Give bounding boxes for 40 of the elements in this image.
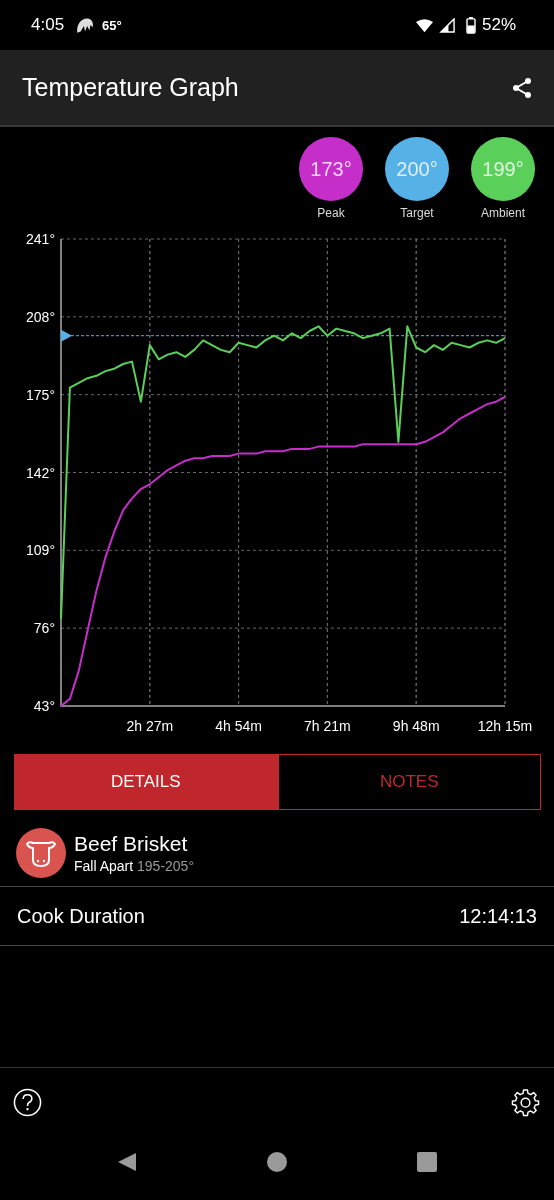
- cow-icon: [16, 828, 66, 878]
- screen-title: Temperature Graph: [22, 73, 239, 102]
- x-tick-label: 4h 54m: [215, 718, 262, 734]
- temperature-range: 195-205°: [137, 858, 194, 874]
- tab[interactable]: NOTES: [277, 754, 541, 810]
- recents-icon[interactable]: [417, 1151, 437, 1172]
- reading-circle: 199°: [471, 137, 535, 201]
- food-name: Beef Brisket: [74, 832, 189, 856]
- duration-label: Cook Duration: [17, 904, 145, 928]
- tab[interactable]: DETAILS: [14, 754, 278, 810]
- wifi-icon: [415, 17, 433, 33]
- battery-icon: [465, 16, 476, 34]
- duration-value: 12:14:13: [459, 904, 537, 928]
- reading-label: Ambient: [481, 206, 525, 220]
- x-tick-label: 9h 48m: [392, 718, 440, 734]
- share-icon[interactable]: [510, 75, 534, 100]
- signal-icon: [438, 17, 456, 33]
- x-tick-label: 12h 15m: [477, 718, 533, 734]
- reading-circle: 173°: [299, 137, 363, 201]
- settings-icon[interactable]: [511, 1087, 540, 1117]
- y-tick-label: 142°: [26, 464, 55, 481]
- doneness: Fall Apart: [74, 858, 134, 874]
- y-tick-label: 76°: [33, 620, 55, 637]
- temperature: 65°: [102, 17, 122, 33]
- y-tick-label: 43°: [33, 698, 55, 714]
- y-tick-label: 109°: [26, 542, 55, 559]
- y-tick-label: 175°: [26, 386, 55, 403]
- x-tick-label: 2h 27m: [126, 718, 174, 734]
- reading-label: Peak: [317, 206, 345, 220]
- clock: 4:05: [31, 15, 65, 35]
- reading-label: Target: [400, 206, 434, 220]
- back-icon[interactable]: [117, 1151, 137, 1172]
- y-tick-label: 241°: [26, 231, 55, 247]
- home-icon[interactable]: [267, 1151, 287, 1172]
- battery-percent: 52%: [481, 15, 516, 35]
- reading-circle: 200°: [385, 137, 449, 201]
- help-icon[interactable]: [13, 1087, 42, 1117]
- x-tick-label: 7h 21m: [304, 718, 351, 734]
- target-marker-icon: [61, 329, 72, 342]
- y-tick-label: 208°: [26, 308, 55, 325]
